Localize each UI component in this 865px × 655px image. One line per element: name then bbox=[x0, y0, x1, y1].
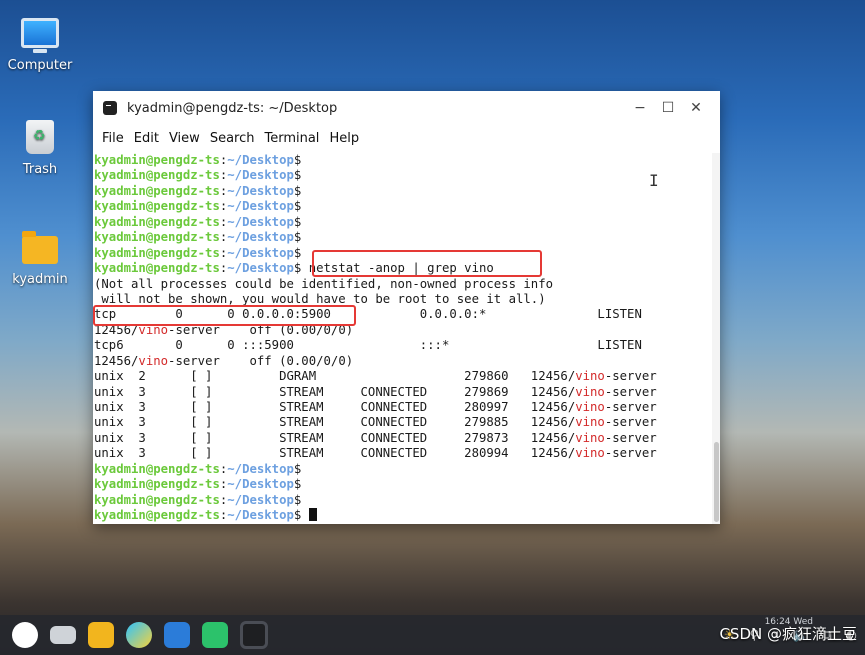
desktop-icon-label: kyadmin bbox=[12, 272, 68, 287]
menu-view[interactable]: View bbox=[167, 131, 202, 146]
computer-icon bbox=[21, 18, 59, 53]
menu-search[interactable]: Search bbox=[208, 131, 257, 146]
prompt-line: kyadmin@pengdz-ts:~/Desktop$ bbox=[94, 199, 302, 214]
desktop-icon-label: Computer bbox=[7, 58, 73, 73]
terminal-icon bbox=[103, 101, 117, 115]
terminal-taskbar-icon[interactable] bbox=[240, 621, 268, 649]
output-tcp6-process: 12456/vino-server off (0.00/0/0) bbox=[94, 353, 354, 368]
menu-edit[interactable]: Edit bbox=[132, 131, 161, 146]
minimize-button[interactable]: − bbox=[626, 100, 654, 116]
output-unix-row: unix 3 [ ] STREAM CONNECTED 280994 12456… bbox=[94, 446, 657, 461]
start-menu-icon[interactable] bbox=[12, 622, 38, 648]
scrollbar[interactable] bbox=[712, 153, 720, 524]
multitask-view-icon[interactable] bbox=[50, 626, 76, 644]
terminal-window[interactable]: kyadmin@pengdz-ts: ~/Desktop − ☐ ✕ File … bbox=[93, 91, 720, 524]
window-title: kyadmin@pengdz-ts: ~/Desktop bbox=[127, 100, 338, 116]
window-titlebar[interactable]: kyadmin@pengdz-ts: ~/Desktop − ☐ ✕ bbox=[93, 91, 720, 125]
output-tcp6-line: tcp6 0 0 :::5900 :::* LISTEN bbox=[94, 338, 642, 353]
prompt-line: kyadmin@pengdz-ts:~/Desktop$ bbox=[94, 230, 302, 245]
file-manager-icon[interactable] bbox=[88, 622, 114, 648]
output-unix-row: unix 2 [ ] DGRAM 279860 12456/vino-serve… bbox=[94, 369, 657, 384]
wps-writer-icon[interactable] bbox=[164, 622, 190, 648]
prompt-line: kyadmin@pengdz-ts:~/Desktop$ bbox=[94, 492, 302, 507]
maximize-button[interactable]: ☐ bbox=[654, 100, 682, 116]
prompt-line: kyadmin@pengdz-ts:~/Desktop$ bbox=[94, 168, 302, 183]
desktop-icon-computer[interactable]: Computer bbox=[0, 12, 80, 73]
ibeam-cursor-icon: I bbox=[649, 171, 659, 190]
desktop-icon-kyadmin[interactable]: kyadmin bbox=[0, 230, 80, 287]
menubar: File Edit View Search Terminal Help bbox=[93, 125, 720, 151]
folder-icon bbox=[22, 231, 58, 264]
menu-terminal[interactable]: Terminal bbox=[262, 131, 321, 146]
output-unix-row: unix 3 [ ] STREAM CONNECTED 280997 12456… bbox=[94, 400, 657, 414]
annotation-box-command bbox=[312, 250, 542, 277]
text-cursor bbox=[308, 508, 317, 522]
prompt-line: kyadmin@pengdz-ts:~/Desktop$ bbox=[94, 461, 302, 476]
output-unix-row: unix 3 [ ] STREAM CONNECTED 279869 12456… bbox=[94, 384, 657, 399]
watermark: CSDN @疯狂滴土豆 bbox=[719, 625, 857, 643]
menu-file[interactable]: File bbox=[100, 131, 126, 146]
scrollbar-thumb[interactable] bbox=[714, 442, 719, 522]
prompt-line: kyadmin@pengdz-ts:~/Desktop$ bbox=[94, 153, 302, 167]
prompt-line: kyadmin@pengdz-ts:~/Desktop$ bbox=[94, 183, 302, 198]
browser-icon[interactable] bbox=[126, 622, 152, 648]
close-button[interactable]: ✕ bbox=[682, 100, 710, 116]
wechat-icon[interactable] bbox=[202, 622, 228, 648]
menu-help[interactable]: Help bbox=[327, 131, 361, 146]
prompt-line: kyadmin@pengdz-ts:~/Desktop$ bbox=[94, 214, 302, 229]
output-message: (Not all processes could be identified, … bbox=[94, 276, 554, 291]
desktop-icon-trash[interactable]: Trash bbox=[0, 120, 80, 177]
terminal-output[interactable]: kyadmin@pengdz-ts:~/Desktop$ kyadmin@pen… bbox=[93, 153, 712, 524]
trash-icon bbox=[26, 120, 54, 154]
desktop-icon-label: Trash bbox=[22, 162, 58, 177]
output-unix-row: unix 3 [ ] STREAM CONNECTED 279873 12456… bbox=[94, 430, 657, 445]
active-prompt-line[interactable]: kyadmin@pengdz-ts:~/Desktop$ bbox=[93, 508, 712, 523]
prompt-line: kyadmin@pengdz-ts:~/Desktop$ bbox=[94, 477, 302, 492]
output-unix-row: unix 3 [ ] STREAM CONNECTED 279885 12456… bbox=[94, 415, 657, 430]
annotation-box-tcp-port bbox=[93, 305, 356, 326]
